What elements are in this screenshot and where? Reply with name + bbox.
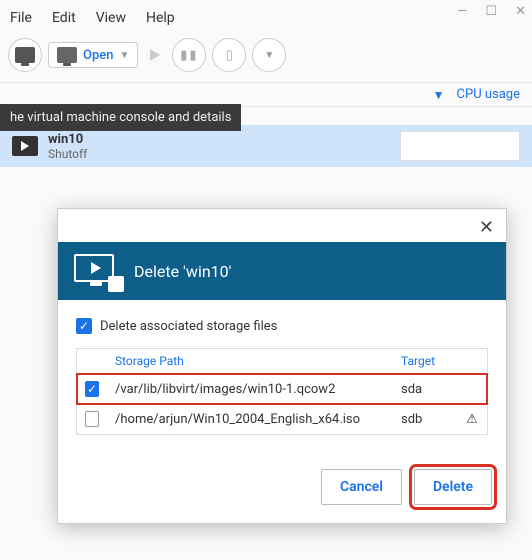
dialog-header: Delete 'win10' (58, 242, 506, 300)
delete-button[interactable]: Delete (414, 469, 492, 505)
play-icon (21, 141, 29, 151)
maximize-icon[interactable]: ☐ (485, 4, 497, 19)
storage-table: Storage Path Target ✓ /var/lib/libvirt/i… (76, 348, 488, 435)
open-label: Open (83, 48, 113, 63)
new-vm-button[interactable] (8, 38, 42, 72)
storage-target: sdb (393, 405, 457, 434)
delete-storage-label: Delete associated storage files (100, 319, 277, 334)
checkbox-checked-icon[interactable]: ✓ (76, 318, 92, 334)
close-icon[interactable]: ✕ (515, 4, 526, 19)
pause-button[interactable]: ▮▮ (172, 38, 206, 72)
storage-target: sda (393, 375, 457, 404)
dialog-close-button[interactable]: ✕ (58, 209, 506, 242)
menu-help[interactable]: Help (146, 10, 175, 26)
checkbox-unchecked-icon[interactable] (85, 411, 99, 427)
menu-edit[interactable]: Edit (52, 10, 76, 26)
close-icon: ✕ (479, 217, 494, 238)
table-row[interactable]: /home/arjun/Win10_2004_English_x64.iso s… (77, 404, 487, 434)
chevron-down-icon: ▼ (264, 50, 274, 61)
open-button[interactable]: Open ▼ (48, 42, 138, 68)
checkbox-checked-icon[interactable]: ✓ (85, 381, 99, 397)
vm-name: win10 (48, 132, 87, 147)
cancel-button[interactable]: Cancel (321, 469, 402, 505)
toolbar: Open ▼ ▮▮ ▯ ▼ (0, 34, 532, 82)
monitor-icon (57, 47, 77, 63)
dialog-title: Delete 'win10' (134, 262, 231, 281)
tooltip: he virtual machine console and details (0, 104, 241, 131)
shutdown-button[interactable]: ▯ (212, 38, 246, 72)
delete-dialog: ✕ Delete 'win10' ✓ Delete associated sto… (57, 208, 507, 524)
vm-row[interactable]: win10 Shutoff (0, 125, 532, 167)
menu-view[interactable]: View (96, 10, 126, 26)
vm-cpu-graph (400, 131, 520, 161)
delete-vm-icon (74, 254, 120, 288)
run-button[interactable] (144, 49, 166, 61)
storage-path: /var/lib/libvirt/images/win10-1.qcow2 (107, 375, 393, 404)
col-target[interactable]: Target (393, 349, 457, 373)
delete-storage-checkbox-row[interactable]: ✓ Delete associated storage files (76, 318, 488, 334)
dialog-buttons: Cancel Delete (58, 443, 506, 523)
chevron-down-icon[interactable]: ▼ (119, 50, 129, 61)
stop-icon: ▯ (226, 48, 233, 63)
vm-text: win10 Shutoff (48, 132, 87, 161)
monitor-icon (15, 47, 35, 63)
col-storage-path[interactable]: Storage Path (107, 349, 393, 373)
menu-file[interactable]: File (10, 10, 32, 26)
pause-icon: ▮▮ (180, 48, 198, 63)
storage-path: /home/arjun/Win10_2004_English_x64.iso (107, 405, 393, 434)
play-icon (150, 49, 160, 61)
table-header: Storage Path Target (77, 349, 487, 374)
minimize-icon[interactable]: — (457, 4, 467, 19)
column-cpu-usage[interactable]: CPU usage (457, 87, 520, 102)
warning-icon: ⚠ (457, 405, 487, 434)
vm-state: Shutoff (48, 147, 87, 161)
menu-bar: File Edit View Help (0, 0, 532, 34)
vm-screen-icon (12, 136, 38, 156)
window-controls: — ☐ ✕ (457, 4, 526, 19)
dialog-body: ✓ Delete associated storage files Storag… (58, 300, 506, 443)
more-button[interactable]: ▼ (252, 38, 286, 72)
sort-indicator-icon[interactable]: ▼ (433, 88, 445, 102)
table-row[interactable]: ✓ /var/lib/libvirt/images/win10-1.qcow2 … (77, 374, 487, 404)
